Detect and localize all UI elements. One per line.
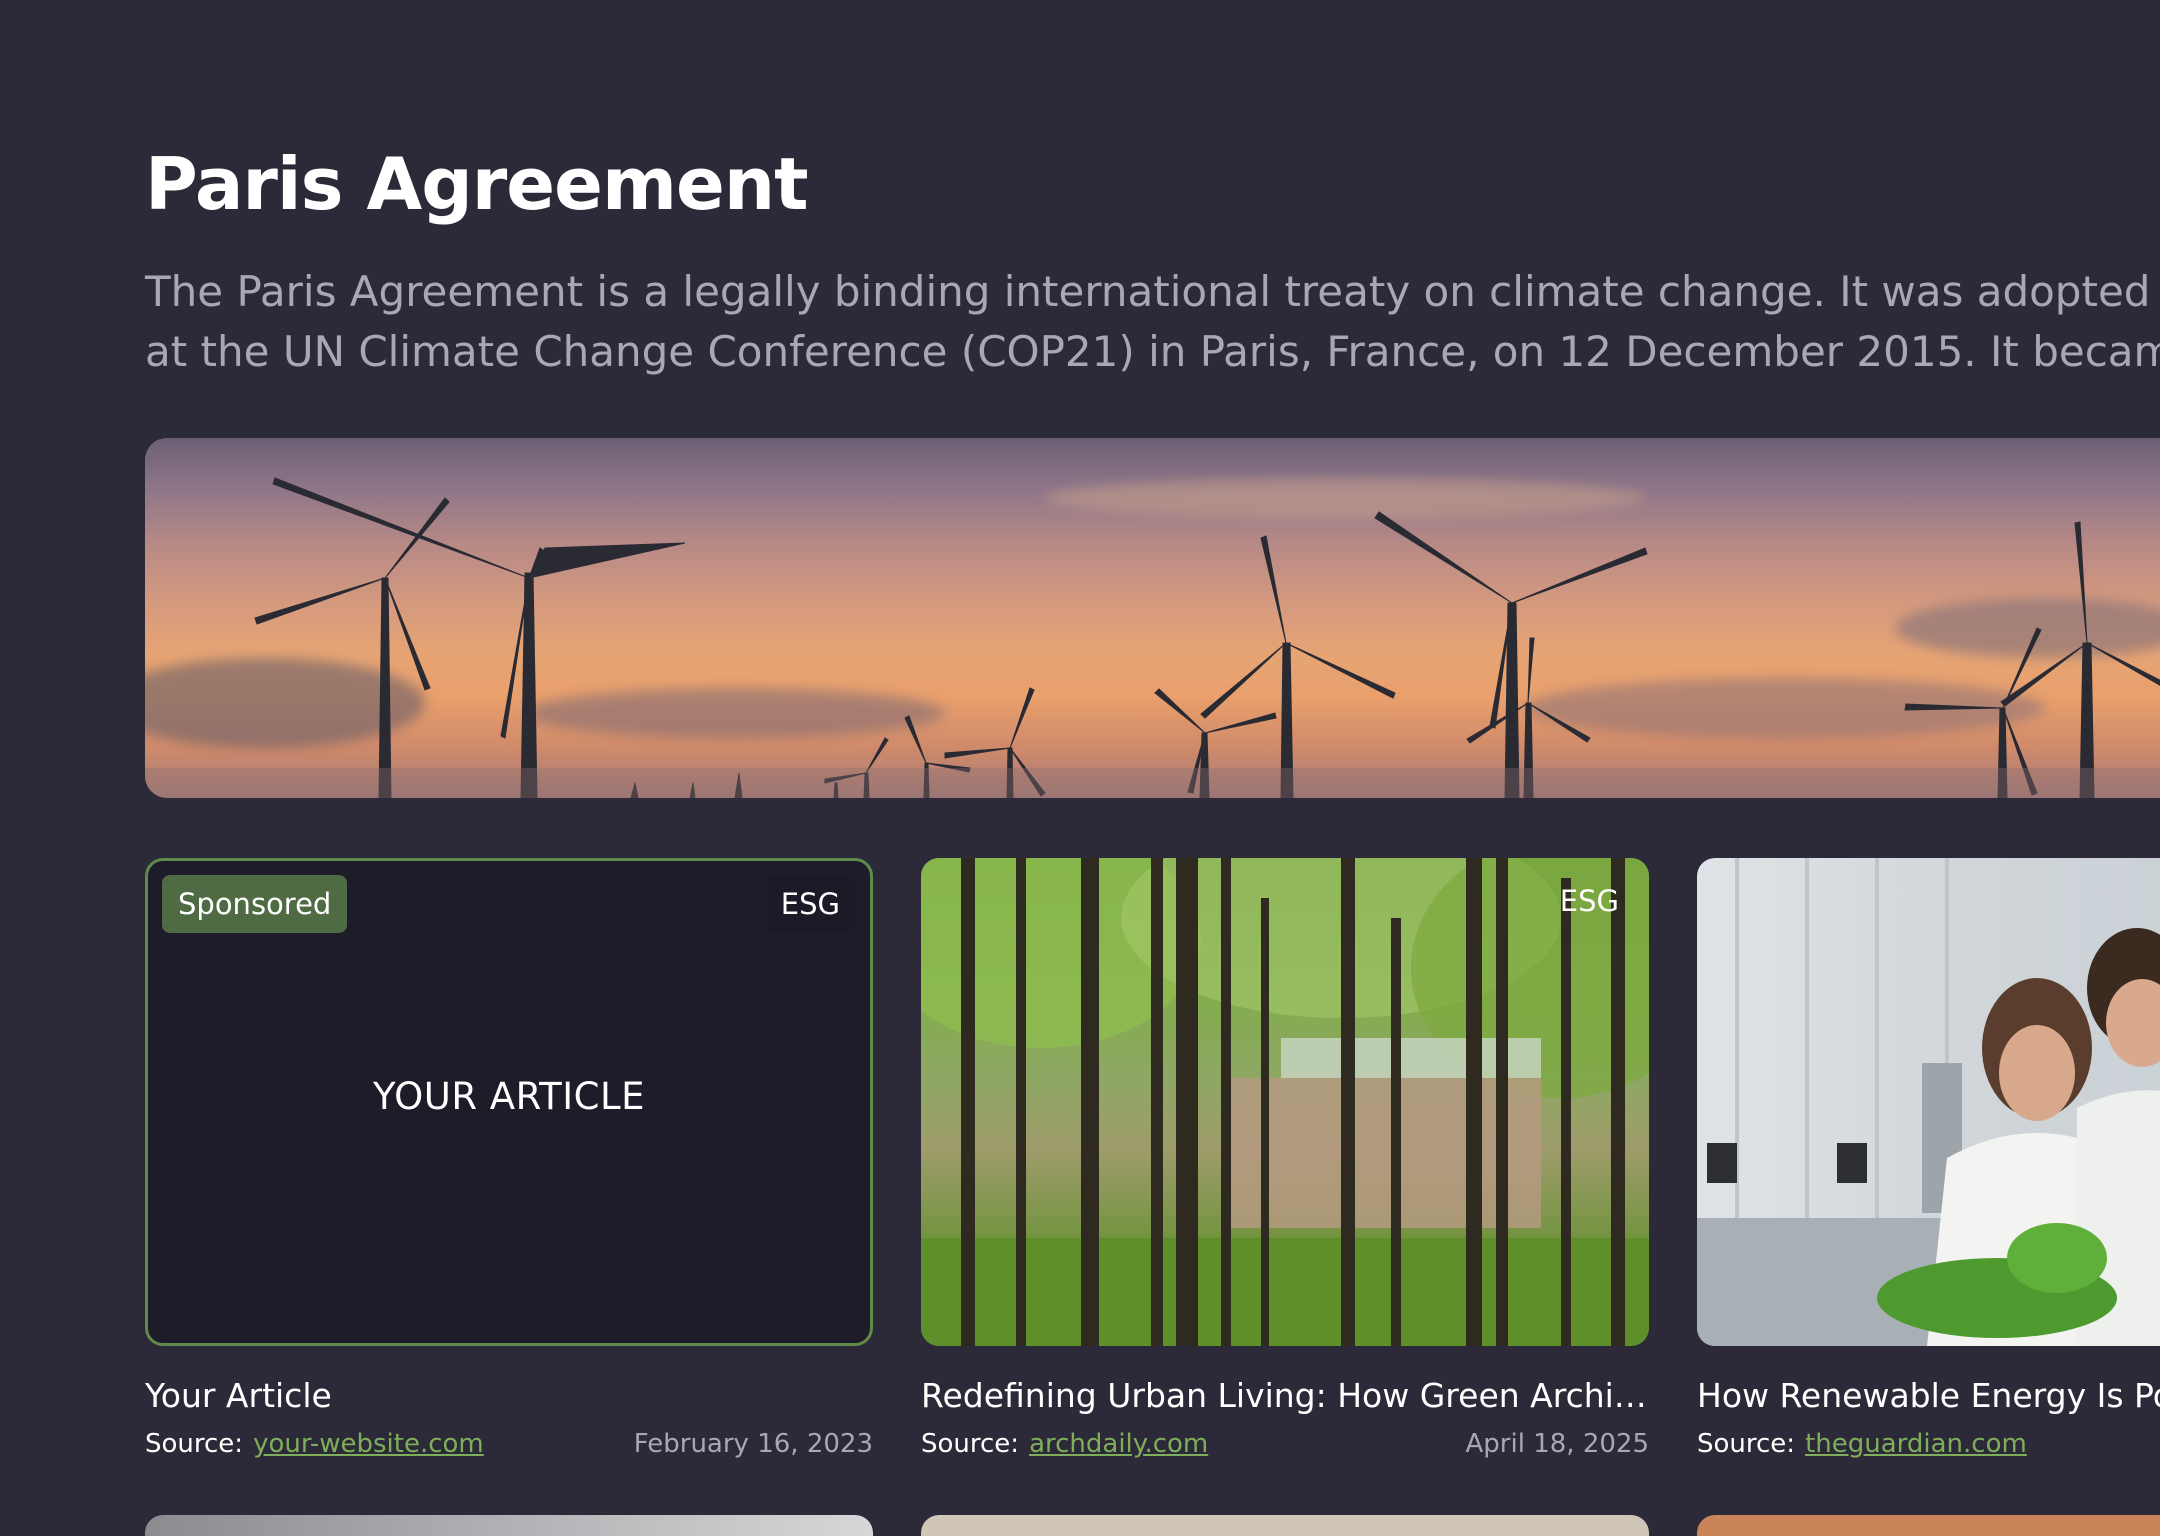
- hero-banner-image: [145, 438, 2160, 798]
- article-headline[interactable]: Redefining Urban Living: How Green Archi…: [921, 1376, 1649, 1415]
- placeholder-text: YOUR ARTICLE: [373, 1075, 645, 1118]
- description-line: at the UN Climate Change Conference (COP…: [145, 327, 2160, 376]
- article-card[interactable]: How Renewable Energy Is Po Source: thegua…: [1697, 858, 2160, 1465]
- source-label: Source:: [1697, 1429, 1796, 1459]
- page-title: Paris Agreement: [145, 142, 808, 226]
- esg-badge: ESG: [1559, 884, 1619, 918]
- sponsored-badge: Sponsored: [162, 875, 348, 933]
- article-image-forest[interactable]: ESG: [921, 858, 1649, 1346]
- article-meta: Source: your-website.com February 16, 202…: [145, 1429, 873, 1465]
- description-line: The Paris Agreement is a legally binding…: [145, 267, 2160, 316]
- article-card[interactable]: ESG Redefining Urban Living: How Green A…: [921, 858, 1649, 1465]
- esg-badge: ESG: [766, 875, 854, 933]
- article-card-image[interactable]: [921, 1515, 1649, 1536]
- source-label: Source:: [145, 1429, 244, 1459]
- article-card-image[interactable]: [1697, 1515, 2160, 1536]
- source-link[interactable]: theguardian.com: [1805, 1429, 2027, 1459]
- article-headline[interactable]: Your Article: [145, 1376, 873, 1415]
- article-date: April 18, 2025: [1465, 1429, 1649, 1459]
- source-label: Source:: [921, 1429, 1020, 1459]
- article-card-image[interactable]: [145, 1515, 873, 1536]
- article-card-sponsored[interactable]: Sponsored ESG YOUR ARTICLE Your Article …: [145, 858, 873, 1465]
- lab-scene-graphic: [1697, 858, 2160, 1346]
- wind-turbines-graphic: [145, 477, 2160, 798]
- article-meta: Source: theguardian.com: [1697, 1429, 2160, 1465]
- article-headline[interactable]: How Renewable Energy Is Po: [1697, 1376, 2160, 1415]
- forest-trees-graphic: [921, 858, 1649, 1346]
- source-link[interactable]: archdaily.com: [1029, 1429, 1208, 1459]
- main-panel: Paris Agreement The Paris Agreement is a…: [0, 0, 2160, 1536]
- article-placeholder[interactable]: Sponsored ESG YOUR ARTICLE: [145, 858, 873, 1346]
- source-link[interactable]: your-website.com: [253, 1429, 484, 1459]
- article-date: February 16, 2023: [633, 1429, 873, 1459]
- article-meta: Source: archdaily.com April 18, 2025: [921, 1429, 1649, 1465]
- article-image-lab[interactable]: [1697, 858, 2160, 1346]
- page-description: The Paris Agreement is a legally binding…: [145, 262, 2160, 382]
